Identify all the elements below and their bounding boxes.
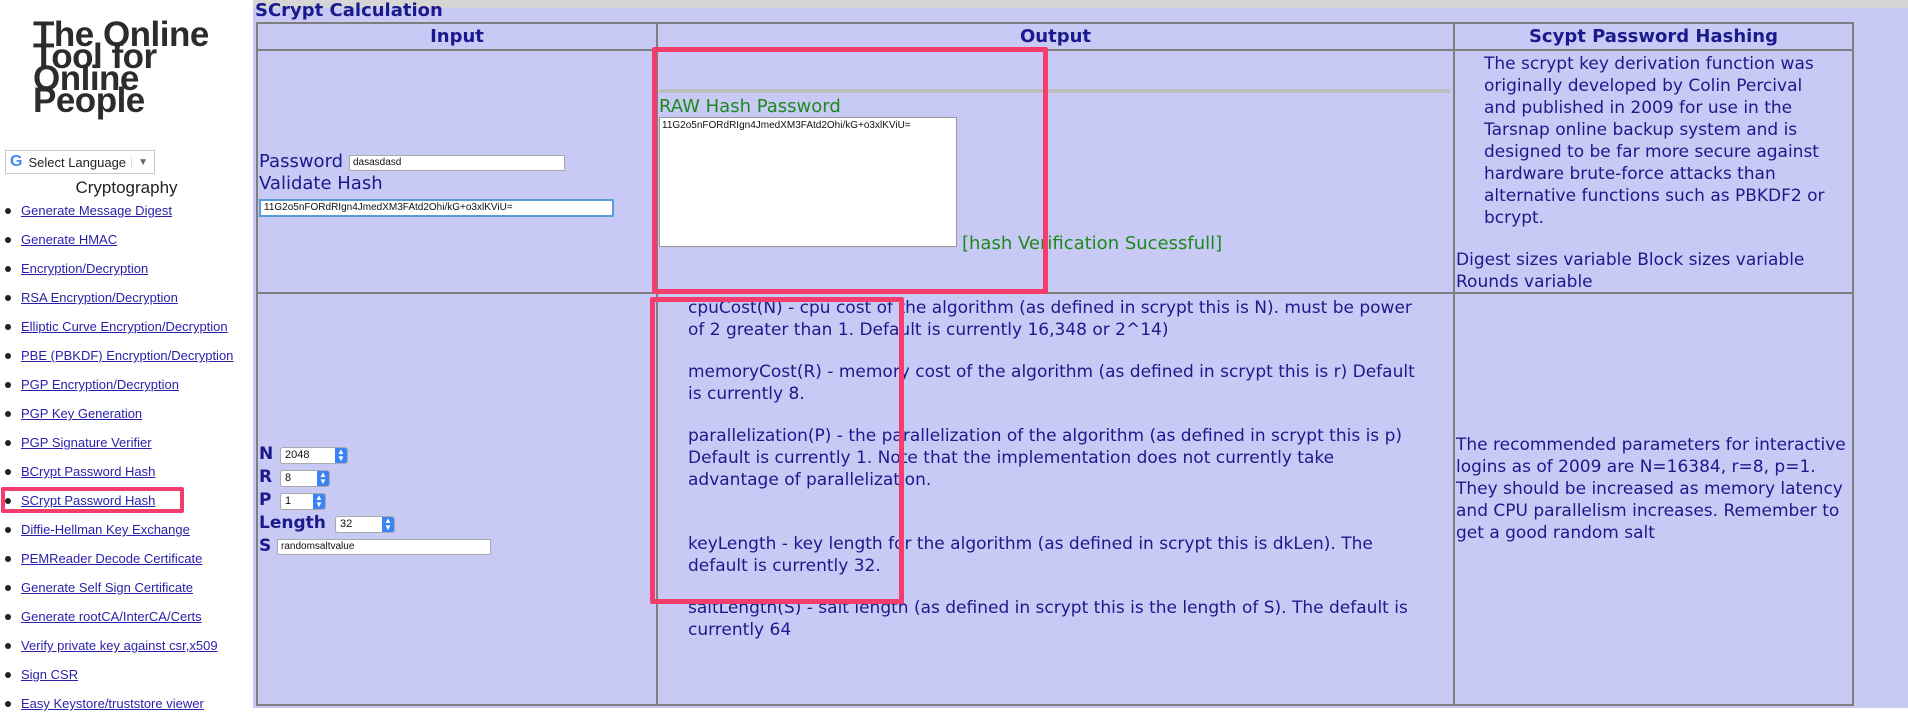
nav-item: PGP Signature Verifier	[0, 433, 233, 462]
google-icon: G	[10, 153, 23, 170]
table-border-left	[256, 22, 258, 706]
n-select-value: 2048	[285, 449, 310, 461]
p-select[interactable]: 1 ▲ ▼	[280, 493, 326, 510]
nav-link-pbe[interactable]: PBE (PBKDF) Encryption/Decryption	[21, 348, 233, 363]
sidebar: The Online Tool for Online People G Sele…	[0, 0, 253, 711]
site-logo[interactable]: The Online Tool for Online People	[33, 17, 233, 120]
chevron-down-icon: ▼	[131, 156, 148, 168]
length-select[interactable]: 32 ▲ ▼	[335, 516, 395, 533]
main-panel: SCrypt Calculation Input Output Scypt Pa…	[253, 0, 1908, 708]
logo-line: People	[33, 81, 145, 120]
nav-list: Generate Message Digest Generate HMAC En…	[0, 201, 233, 723]
nav-link-pgp-signature[interactable]: PGP Signature Verifier	[21, 435, 152, 450]
nav-link-elliptic-curve[interactable]: Elliptic Curve Encryption/Decryption	[21, 319, 228, 334]
r-select[interactable]: 8 ▲ ▼	[280, 470, 330, 487]
nav-link-hmac[interactable]: Generate HMAC	[21, 232, 117, 247]
nav-item: Generate Self Sign Certificate	[0, 578, 233, 607]
nav-link-pgp-encryption[interactable]: PGP Encryption/Decryption	[21, 377, 179, 392]
nav-link-message-digest[interactable]: Generate Message Digest	[21, 203, 172, 218]
nav-link-encryption[interactable]: Encryption/Decryption	[21, 261, 148, 276]
n-label: N	[259, 444, 274, 464]
nav-item: PBE (PBKDF) Encryption/Decryption	[0, 346, 233, 375]
nav-link-verify-key[interactable]: Verify private key against csr,x509	[21, 638, 218, 653]
p-select-value: 1	[285, 495, 292, 507]
table-border-bottom	[256, 704, 1854, 706]
scrypt-recommendation: The recommended parameters for interacti…	[1456, 435, 1846, 543]
nav-link-rsa[interactable]: RSA Encryption/Decryption	[21, 290, 178, 305]
highlight-box-params	[650, 297, 904, 604]
stepper-icon: ▲ ▼	[382, 517, 394, 532]
r-select-value: 8	[285, 472, 292, 484]
stepper-icon: ▲ ▼	[335, 448, 347, 463]
nav-link-self-sign[interactable]: Generate Self Sign Certificate	[21, 580, 193, 595]
n-select[interactable]: 2048 ▲ ▼	[280, 447, 348, 464]
language-select-label: Select Language	[28, 154, 127, 170]
nav-item: Generate rootCA/InterCA/Certs	[0, 607, 233, 636]
length-label: Length	[259, 513, 326, 533]
table-column-divider	[1453, 22, 1455, 706]
s-label: S	[259, 536, 272, 556]
nav-link-diffie-hellman[interactable]: Diffie-Hellman Key Exchange	[21, 522, 190, 537]
nav-link-rootca[interactable]: Generate rootCA/InterCA/Certs	[21, 609, 202, 624]
nav-item: Easy Keystore/truststore viewer	[0, 694, 233, 723]
scrypt-description: The scrypt key derivation function was o…	[1484, 54, 1825, 228]
nav-item: Encryption/Decryption	[0, 259, 233, 288]
nav-item: Elliptic Curve Encryption/Decryption	[0, 317, 233, 346]
salt-input[interactable]: randomsaltvalue	[277, 539, 491, 555]
stepper-icon: ▲ ▼	[317, 471, 329, 486]
table-border-top	[256, 22, 1854, 24]
password-label: Password	[259, 151, 344, 172]
nav-link-pemreader[interactable]: PEMReader Decode Certificate	[21, 551, 202, 566]
validate-hash-input[interactable]: 11G2o5nFORdRIgn4JmedXM3FAtd2Ohi/kG+o3xlK…	[259, 199, 614, 217]
column-header-input: Input	[430, 26, 484, 47]
nav-item: PEMReader Decode Certificate	[0, 549, 233, 578]
column-header-info: Scypt Password Hashing	[1528, 26, 1779, 47]
highlight-box-output	[652, 47, 1048, 294]
nav-item: Verify private key against csr,x509	[0, 636, 233, 665]
nav-item: Generate HMAC	[0, 230, 233, 259]
length-select-value: 32	[340, 518, 353, 530]
nav-section-title: Cryptography	[75, 178, 178, 197]
p-label: P	[259, 490, 272, 510]
nav-item: Generate Message Digest	[0, 201, 233, 230]
nav-item: Diffie-Hellman Key Exchange	[0, 520, 233, 549]
validate-hash-label: Validate Hash	[259, 173, 383, 194]
nav-link-pgp-keygen[interactable]: PGP Key Generation	[21, 406, 142, 421]
language-select[interactable]: G Select Language ▼	[5, 150, 155, 174]
nav-link-sign-csr[interactable]: Sign CSR	[21, 667, 78, 682]
nav-item: PGP Encryption/Decryption	[0, 375, 233, 404]
table-border-right	[1852, 22, 1854, 706]
nav-item: Sign CSR	[0, 665, 233, 694]
r-label: R	[259, 467, 273, 487]
stepper-icon: ▲ ▼	[313, 494, 325, 509]
page-title: SCrypt Calculation	[255, 0, 443, 21]
password-input[interactable]: dasasdasd	[349, 155, 565, 171]
scrypt-sizes: Digest sizes variable Block sizes variab…	[1456, 250, 1805, 292]
column-header-output: Output	[1019, 26, 1092, 47]
nav-link-keystore[interactable]: Easy Keystore/truststore viewer	[21, 696, 204, 711]
nav-link-bcrypt[interactable]: BCrypt Password Hash	[21, 464, 155, 479]
nav-item: RSA Encryption/Decryption	[0, 288, 233, 317]
highlight-box-nav	[1, 487, 184, 513]
nav-item: PGP Key Generation	[0, 404, 233, 433]
table-row-divider	[256, 49, 1854, 51]
